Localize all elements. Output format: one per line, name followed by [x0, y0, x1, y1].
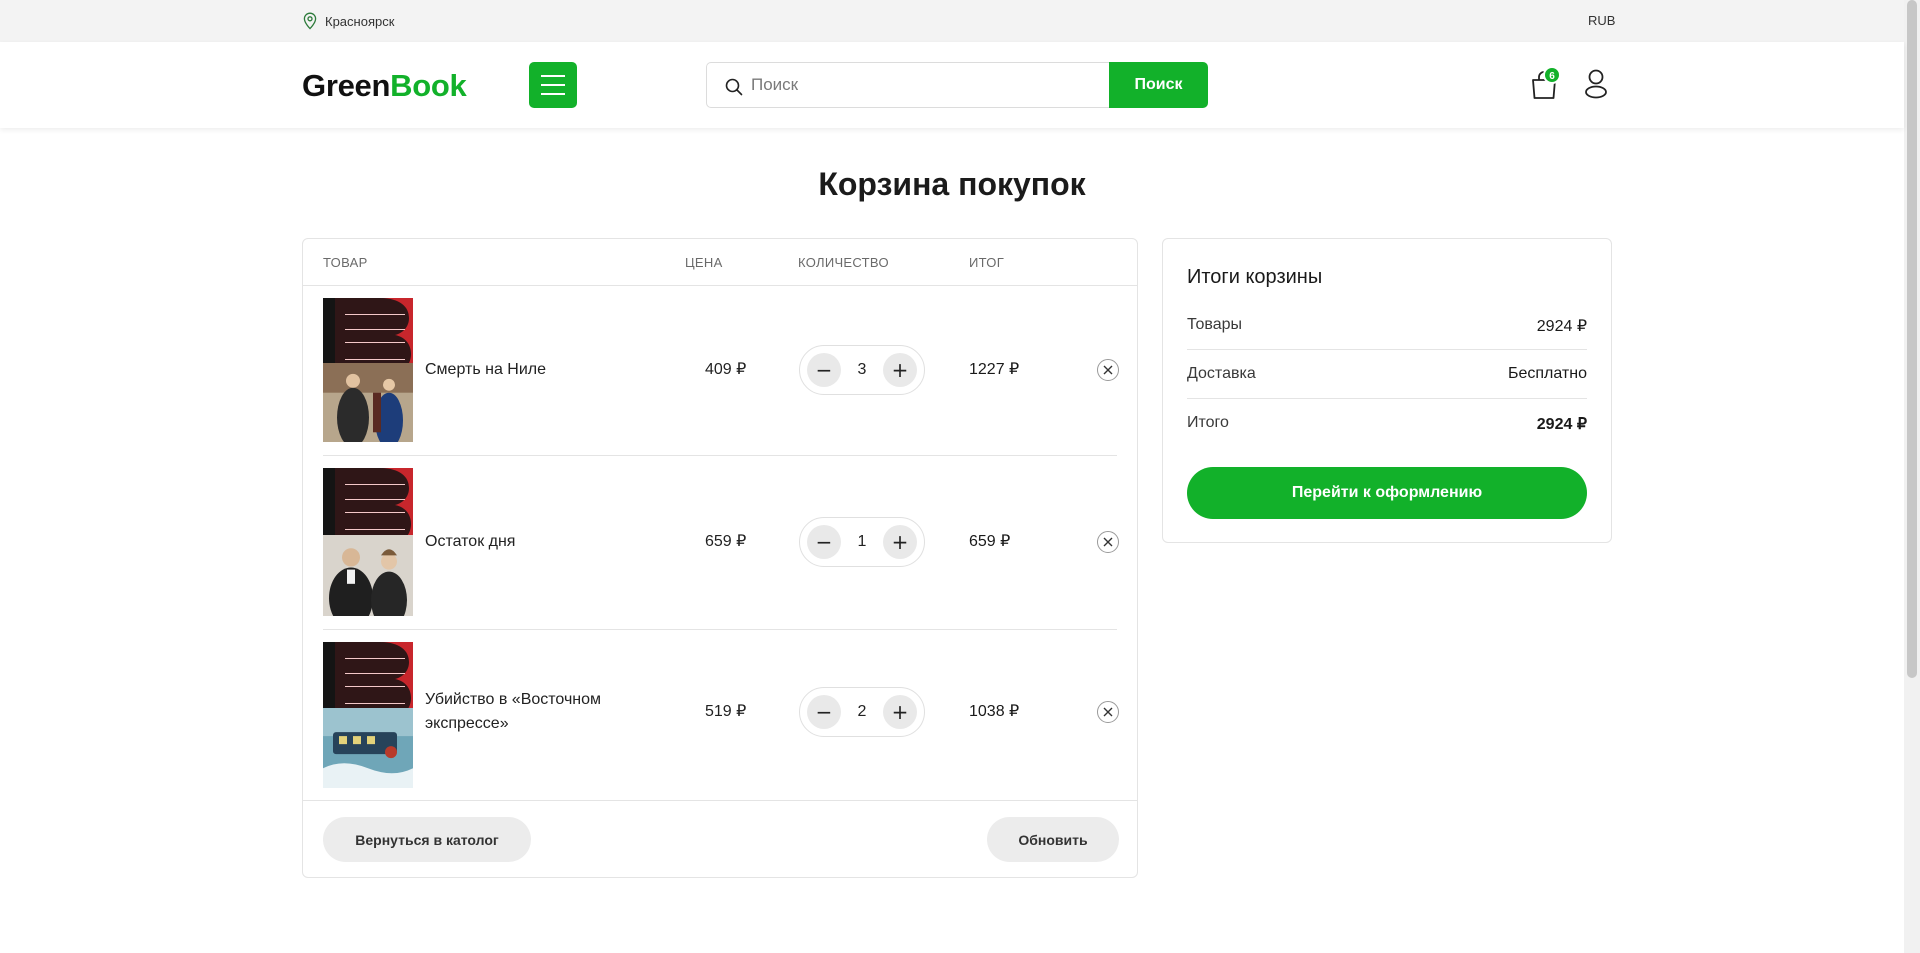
cart-totals-panel: Итоги корзины Товары 2924 ₽ Доставка Бес… [1162, 238, 1612, 543]
totals-row-delivery: Доставка Бесплатно [1187, 350, 1587, 399]
product-price: 659 ₽ [705, 533, 747, 550]
back-to-catalog-button[interactable]: Вернуться в католог [323, 817, 531, 862]
cover-title-line [345, 686, 405, 704]
quantity-stepper: − 3 + [799, 345, 925, 395]
cart-count-badge: 6 [1543, 66, 1561, 84]
close-icon [1103, 365, 1113, 375]
product-price: 409 ₽ [705, 361, 747, 378]
hamburger-menu-icon-line [541, 84, 565, 86]
column-header-product: ТОВАР [323, 255, 368, 270]
update-cart-button[interactable]: Обновить [987, 817, 1119, 862]
page-scrollbar[interactable] [1904, 0, 1920, 953]
decrease-quantity-button[interactable]: − [807, 353, 841, 387]
remove-item-button[interactable] [1097, 359, 1119, 381]
goods-label: Товары [1187, 316, 1243, 333]
product-price: 519 ₽ [705, 703, 747, 720]
cart-table: ТОВАР ЦЕНА КОЛИЧЕСТВО ИТОГ Смерть на Нил… [302, 238, 1138, 878]
search-button[interactable]: Поиск [1109, 62, 1208, 108]
column-header-price: ЦЕНА [685, 255, 723, 270]
quantity-value[interactable]: 1 [842, 518, 882, 566]
quantity-stepper: − 1 + [799, 517, 925, 567]
hamburger-menu-icon-line [541, 93, 565, 95]
cover-title-line [345, 342, 405, 360]
delivery-label: Доставка [1187, 365, 1256, 382]
user-icon[interactable] [1582, 68, 1610, 100]
scrollbar-thumb[interactable] [1907, 0, 1917, 678]
delivery-value: Бесплатно [1507, 365, 1587, 382]
search-input[interactable] [751, 63, 1101, 107]
hamburger-menu-icon [541, 75, 565, 77]
product-name[interactable]: Убийство в «Восточном экспрессе» [425, 688, 625, 736]
cart-totals-title: Итоги корзины [1187, 266, 1323, 288]
total-value: 2924 ₽ [1536, 416, 1587, 433]
book-cover-image[interactable] [323, 468, 413, 616]
remove-item-button[interactable] [1097, 701, 1119, 723]
product-name[interactable]: Остаток дня [425, 530, 515, 554]
product-name[interactable]: Смерть на Ниле [425, 358, 546, 382]
column-header-total: ИТОГ [969, 255, 1005, 270]
decrease-quantity-button[interactable]: − [807, 695, 841, 729]
search-bar: Поиск [706, 62, 1208, 108]
search-field [706, 62, 1110, 108]
checkout-button[interactable]: Перейти к оформлению [1187, 467, 1587, 519]
city-label: Красноярск [325, 13, 395, 29]
product-subtotal: 1038 ₽ [969, 703, 1020, 720]
table-row: Остаток дня 659 ₽ − 1 + 659 ₽ [323, 456, 1119, 630]
logo-part-book: Book [390, 68, 467, 103]
currency-selector[interactable]: RUB [1588, 13, 1615, 28]
remove-item-button[interactable] [1097, 531, 1119, 553]
increase-quantity-button[interactable]: + [883, 525, 917, 559]
goods-value: 2924 ₽ [1536, 318, 1587, 335]
increase-quantity-button[interactable]: + [883, 353, 917, 387]
quantity-value[interactable]: 2 [842, 688, 882, 736]
decrease-quantity-button[interactable]: − [807, 525, 841, 559]
totals-row-goods: Товары 2924 ₽ [1187, 301, 1587, 350]
top-bar: Красноярск RUB [0, 0, 1904, 42]
book-cover-image[interactable] [323, 642, 413, 788]
header: GreenBook Поиск 6 [0, 42, 1904, 128]
search-icon [725, 78, 743, 96]
menu-button[interactable] [529, 62, 577, 108]
page-title: Корзина покупок [818, 166, 1086, 202]
cover-illustration [323, 707, 413, 788]
table-header: ТОВАР ЦЕНА КОЛИЧЕСТВО ИТОГ [303, 239, 1137, 286]
table-row: Смерть на Ниле 409 ₽ − 3 + 1227 ₽ [323, 286, 1119, 456]
book-cover-image[interactable] [323, 298, 413, 442]
table-row: Убийство в «Восточном экспрессе» 519 ₽ −… [323, 630, 1119, 800]
total-label: Итого [1187, 414, 1229, 431]
quantity-stepper: − 2 + [799, 687, 925, 737]
product-subtotal: 659 ₽ [969, 533, 1011, 550]
product-subtotal: 1227 ₽ [969, 361, 1020, 378]
logo-part-green: Green [302, 68, 391, 103]
logo[interactable]: GreenBook [302, 68, 467, 104]
cover-title-line [345, 314, 405, 330]
city-selector[interactable]: Красноярск [302, 12, 394, 30]
location-pin-icon [303, 12, 317, 30]
cart-table-footer: Вернуться в католог Обновить [303, 800, 1137, 878]
cover-illustration [323, 534, 413, 616]
close-icon [1103, 537, 1113, 547]
cover-illustration [323, 362, 413, 442]
totals-row-total: Итого 2924 ₽ [1187, 399, 1587, 448]
column-header-quantity: КОЛИЧЕСТВО [798, 255, 889, 270]
close-icon [1103, 707, 1113, 717]
increase-quantity-button[interactable]: + [883, 695, 917, 729]
quantity-value[interactable]: 3 [842, 346, 882, 394]
cover-title-line [345, 484, 405, 500]
cover-title-line [345, 512, 405, 530]
cover-title-line [345, 658, 405, 674]
